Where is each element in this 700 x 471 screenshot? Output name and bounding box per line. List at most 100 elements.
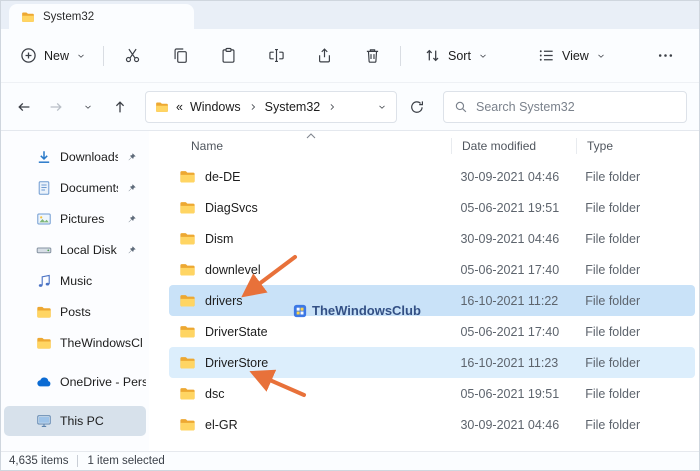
pin-icon xyxy=(126,245,137,256)
column-header-type[interactable]: Type xyxy=(576,138,696,154)
selection-count: 1 item selected xyxy=(87,455,165,467)
up-icon xyxy=(112,99,128,115)
cut-button[interactable] xyxy=(112,39,152,73)
pc-icon xyxy=(36,413,52,429)
file-row[interactable]: dsc 05-06-2021 19:51 File folder xyxy=(169,378,695,409)
pin-icon xyxy=(126,214,137,225)
file-name-cell: de-DE xyxy=(169,168,450,185)
sidebar-item[interactable]: Local Disk (F:) xyxy=(4,235,146,265)
file-type: File folder xyxy=(585,324,641,339)
breadcrumb-segment-windows[interactable]: Windows xyxy=(190,100,241,114)
sidebar-item[interactable]: Documents xyxy=(4,173,146,203)
sidebar-item-label: OneDrive - Perso xyxy=(60,375,146,389)
refresh-button[interactable] xyxy=(403,93,431,121)
sidebar-item[interactable]: Pictures xyxy=(4,204,146,234)
file-name-cell: Dism xyxy=(169,230,450,247)
back-button[interactable] xyxy=(11,94,37,120)
watermark: TheWindowsClub xyxy=(293,303,421,318)
sidebar-item-label: Posts xyxy=(60,305,91,319)
watermark-text: TheWindowsClub xyxy=(312,303,421,318)
copy-button[interactable] xyxy=(160,39,200,73)
breadcrumb-segment-system32[interactable]: System32 xyxy=(265,100,321,114)
view-button[interactable]: View xyxy=(529,39,615,73)
address-dropdown-chevron-icon[interactable] xyxy=(377,102,387,112)
toolbar-separator xyxy=(400,45,402,66)
see-more-button[interactable] xyxy=(649,39,683,73)
forward-button[interactable] xyxy=(43,94,69,120)
search-input[interactable] xyxy=(476,99,676,114)
chevron-down-icon xyxy=(76,51,86,61)
rename-button[interactable] xyxy=(256,39,296,73)
navigation-pane: Downloads Documents Pictures Local Disk … xyxy=(1,131,149,451)
drive-icon xyxy=(36,242,52,258)
chevron-down-icon xyxy=(596,51,606,61)
folder-icon xyxy=(36,335,52,351)
column-header-date-modified[interactable]: Date modified xyxy=(451,138,576,154)
chevron-right-icon xyxy=(327,102,337,112)
file-row[interactable]: de-DE 30-09-2021 04:46 File folder xyxy=(169,161,695,192)
file-date-modified: 30-09-2021 04:46 xyxy=(460,169,560,184)
copy-icon xyxy=(172,47,189,64)
recent-locations-button[interactable] xyxy=(75,94,101,120)
file-date-modified: 05-06-2021 17:40 xyxy=(460,262,560,277)
sidebar-item-label: Pictures xyxy=(60,212,105,226)
sidebar-item-label: Music xyxy=(60,274,93,288)
share-button[interactable] xyxy=(304,39,344,73)
address-bar: « Windows System32 xyxy=(1,83,699,131)
file-name: DiagSvcs xyxy=(205,200,258,215)
sidebar-item[interactable]: Music xyxy=(4,266,146,296)
toolbar-separator xyxy=(103,45,105,66)
sidebar-item[interactable]: Downloads xyxy=(4,142,146,172)
cloud-icon xyxy=(36,374,52,390)
new-button[interactable]: New xyxy=(11,39,95,73)
file-row[interactable]: DriverState 05-06-2021 17:40 File folder xyxy=(169,316,695,347)
documents-icon xyxy=(36,180,52,196)
file-explorer-window: System32 New Sort View « Windows System3… xyxy=(0,0,700,471)
sidebar-item[interactable]: TheWindowsCl xyxy=(4,328,146,358)
delete-button[interactable] xyxy=(352,39,392,73)
file-type: File folder xyxy=(585,355,641,370)
breadcrumb[interactable]: « Windows System32 xyxy=(145,90,397,123)
file-type: File folder xyxy=(585,293,641,308)
search-box[interactable] xyxy=(443,90,687,123)
sort-button[interactable]: Sort xyxy=(415,39,497,73)
file-date-modified: 05-06-2021 19:51 xyxy=(460,386,560,401)
sidebar-item[interactable]: Posts xyxy=(4,297,146,327)
folder-icon xyxy=(179,354,196,371)
file-list-pane: Name Date modified Type de-DE 30-09-2021… xyxy=(149,131,699,451)
breadcrumb-collapsed[interactable]: « xyxy=(176,100,183,114)
share-icon xyxy=(316,47,333,64)
sidebar-item[interactable]: OneDrive - Perso xyxy=(4,367,146,397)
delete-icon xyxy=(364,47,381,64)
file-name-cell: DriverStore xyxy=(169,354,450,371)
paste-button[interactable] xyxy=(208,39,248,73)
folder-icon xyxy=(36,304,52,320)
file-row[interactable]: Dism 30-09-2021 04:46 File folder xyxy=(169,223,695,254)
column-header-name[interactable]: Name xyxy=(169,133,451,153)
sidebar-item-label: This PC xyxy=(60,414,104,428)
file-date-modified: 30-09-2021 04:46 xyxy=(460,417,560,432)
up-button[interactable] xyxy=(107,94,133,120)
file-name-cell: DiagSvcs xyxy=(169,199,450,216)
file-name: DriverState xyxy=(205,324,268,339)
file-name-cell: dsc xyxy=(169,385,450,402)
file-name: DriverStore xyxy=(205,355,269,370)
file-date-modified: 16-10-2021 11:22 xyxy=(460,293,559,308)
sort-ascending-icon xyxy=(306,133,316,139)
explorer-tab[interactable]: System32 xyxy=(9,4,194,29)
sidebar-item-label: Documents xyxy=(60,181,118,195)
file-type: File folder xyxy=(585,231,641,246)
file-row[interactable]: drivers 16-10-2021 11:22 File folder xyxy=(169,285,695,316)
file-row[interactable]: DriverStore 16-10-2021 11:23 File folder xyxy=(169,347,695,378)
folder-icon xyxy=(179,199,196,216)
file-name-cell: DriverState xyxy=(169,323,450,340)
pin-icon xyxy=(126,183,137,194)
file-name-cell: downlevel xyxy=(169,261,450,278)
folder-icon xyxy=(179,230,196,247)
sidebar-item[interactable]: This PC xyxy=(4,406,146,436)
file-row[interactable]: DiagSvcs 05-06-2021 19:51 File folder xyxy=(169,192,695,223)
file-row[interactable]: downlevel 05-06-2021 17:40 File folder xyxy=(169,254,695,285)
status-bar: 4,635 items 1 item selected xyxy=(1,451,699,470)
file-row[interactable]: el-GR 30-09-2021 04:46 File folder xyxy=(169,409,695,440)
folder-icon xyxy=(179,385,196,402)
